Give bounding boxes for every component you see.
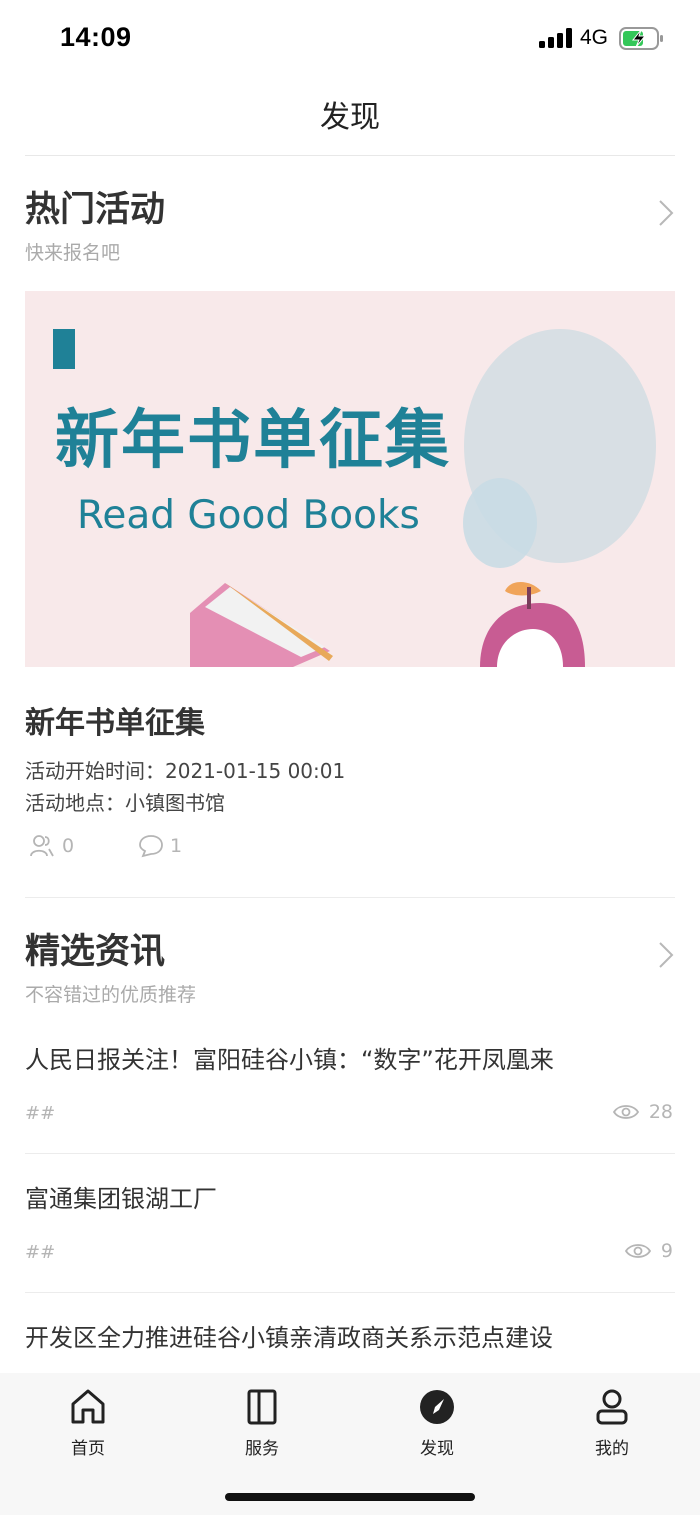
header-divider (25, 155, 675, 156)
page-title: 发现 (320, 100, 380, 135)
book-icon (247, 1389, 277, 1425)
views-count: 9 (660, 1240, 673, 1262)
tab-home[interactable]: 首页 (38, 1388, 138, 1459)
eye-icon (624, 1244, 651, 1258)
participants-icon (30, 835, 54, 857)
tab-label: 发现 (420, 1439, 454, 1459)
list-divider (25, 1292, 675, 1293)
chevron-right-icon[interactable] (657, 940, 675, 970)
banner-headline: 新年书单征集 (55, 404, 451, 478)
news-item-tag: ## (25, 1242, 56, 1263)
comments-stat: 1 (138, 833, 182, 859)
person-icon (596, 1389, 628, 1425)
chevron-right-icon[interactable] (657, 198, 675, 228)
views-count: 28 (648, 1101, 673, 1123)
section-title: 精选资讯 (25, 932, 166, 972)
status-time: 14:09 (60, 22, 132, 52)
tab-label: 我的 (595, 1439, 629, 1459)
tab-bar: 首页 服务 发现 我的 (0, 1373, 700, 1515)
tab-mine[interactable]: 我的 (562, 1388, 662, 1459)
network-type: 4G (580, 26, 609, 49)
compass-icon (420, 1390, 454, 1424)
eye-icon (612, 1105, 639, 1119)
comment-icon (139, 835, 163, 858)
event-location: 活动地点：小镇图书馆 (25, 791, 225, 815)
section-divider (25, 897, 675, 898)
hot-activities-header[interactable]: 热门活动 快来报名吧 (25, 188, 675, 265)
news-header[interactable]: 精选资讯 不容错过的优质推荐 (25, 930, 675, 1007)
activity-banner[interactable]: 新年书单征集 Read Good Books (25, 291, 675, 667)
section-title: 热门活动 (25, 190, 166, 230)
tab-services[interactable]: 服务 (212, 1388, 312, 1459)
event-start-time: 活动开始时间：2021-01-15 00:01 (25, 759, 346, 783)
news-item-title[interactable]: 人民日报关注！富阳硅谷小镇：“数字”花开凤凰来 (25, 1040, 554, 1075)
section-subtitle: 不容错过的优质推荐 (25, 984, 197, 1006)
news-item-tag: ## (25, 1103, 56, 1124)
home-indicator[interactable] (225, 1493, 475, 1501)
home-icon (71, 1389, 105, 1424)
news-item-views: 28 (612, 1101, 673, 1123)
participants-count: 0 (62, 835, 75, 857)
news-item-views: 9 (624, 1240, 673, 1262)
list-divider (25, 1153, 675, 1154)
battery-icon (619, 27, 663, 50)
nav-header: 发现 (0, 78, 700, 156)
tab-discover[interactable]: 发现 (387, 1388, 487, 1459)
section-subtitle: 快来报名吧 (25, 242, 121, 264)
tab-label: 首页 (71, 1439, 105, 1459)
news-item-title[interactable]: 开发区全力推进硅谷小镇亲清政商关系示范点建设 (25, 1318, 553, 1353)
tab-label: 服务 (245, 1439, 279, 1459)
comments-count: 1 (170, 835, 183, 857)
event-title[interactable]: 新年书单征集 (25, 698, 205, 742)
status-bar: 14:09 4G (0, 0, 700, 78)
banner-tagline: Read Good Books (77, 493, 420, 538)
participants-stat: 0 (30, 833, 74, 859)
signal-icon (539, 28, 572, 48)
news-item-title[interactable]: 富通集团银湖工厂 (25, 1179, 217, 1214)
